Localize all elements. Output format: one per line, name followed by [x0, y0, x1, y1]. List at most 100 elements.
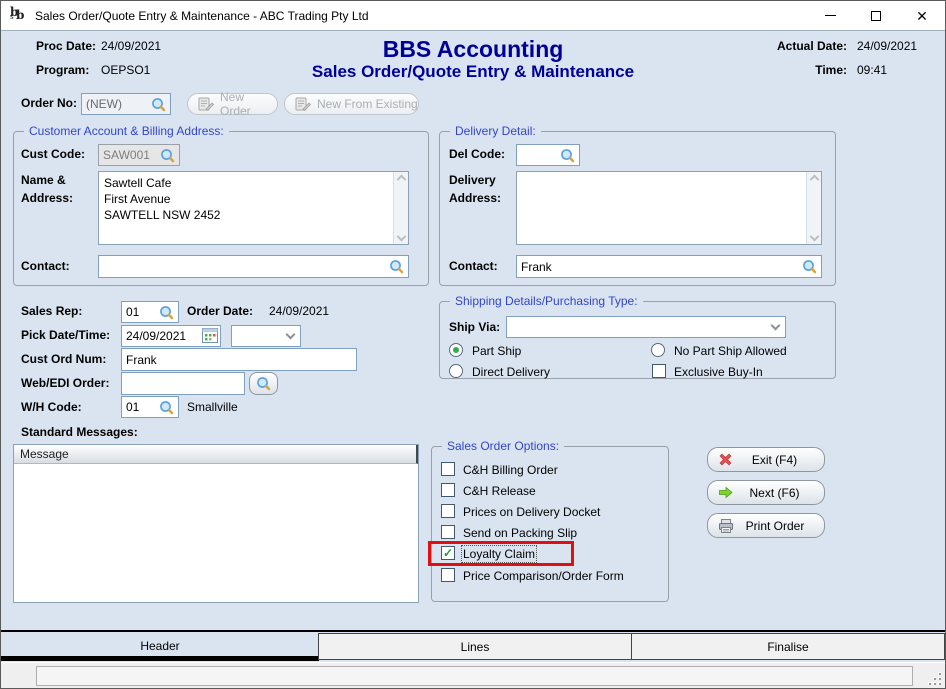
standard-messages-label: Standard Messages:	[21, 425, 138, 439]
tab-finalise-label: Finalise	[767, 640, 808, 654]
order-date-value: 24/09/2021	[269, 304, 329, 318]
pick-date-label: Pick Date/Time:	[21, 328, 110, 342]
cust-ord-num-value: Frank	[126, 353, 157, 367]
cust-code-value: SAW001	[103, 148, 150, 162]
exit-button[interactable]: Exit (F4)	[707, 447, 825, 472]
maximize-button[interactable]	[853, 1, 899, 30]
maximize-icon	[871, 11, 881, 21]
new-order-button[interactable]: New Order	[187, 93, 278, 115]
billing-address-scrollbar[interactable]	[393, 172, 408, 244]
form-content: Proc Date: 24/09/2021 Program: OEPSO1 BB…	[1, 32, 945, 689]
wh-code-value: 01	[126, 400, 139, 414]
billing-contact-field[interactable]	[98, 255, 409, 278]
cust-ord-num-field[interactable]: Frank	[121, 348, 357, 371]
sales-rep-value: 01	[126, 305, 139, 319]
option-checkbox-ch-billing[interactable]	[441, 462, 455, 476]
option-checkbox-prices-docket[interactable]	[441, 504, 455, 518]
exclusive-buyin-label: Exclusive Buy-In	[674, 365, 763, 379]
delivery-address-label-2: Address:	[449, 191, 501, 205]
del-code-label: Del Code:	[449, 147, 505, 161]
sales-rep-search-icon[interactable]	[159, 305, 174, 320]
scroll-up-icon[interactable]	[809, 175, 819, 185]
new-order-label: New Order	[220, 90, 277, 118]
annotation-highlight-loyalty-claim	[428, 541, 574, 566]
billing-address-textarea[interactable]: Sawtell Cafe First Avenue SAWTELL NSW 24…	[98, 171, 409, 245]
order-no-search-icon[interactable]	[151, 97, 166, 112]
ship-via-combobox[interactable]	[506, 316, 786, 338]
scroll-up-icon[interactable]	[396, 175, 406, 185]
tab-lines[interactable]: Lines	[318, 633, 632, 660]
scroll-down-icon[interactable]	[809, 232, 819, 242]
web-edi-label: Web/EDI Order:	[21, 376, 109, 390]
minimize-button[interactable]	[807, 1, 853, 30]
delivery-address-textarea[interactable]	[516, 171, 822, 245]
tab-strip-divider	[1, 630, 945, 632]
delivery-contact-value: Frank	[521, 260, 552, 274]
resize-grip[interactable]	[926, 670, 941, 685]
option-label-ch-release: C&H Release	[463, 484, 536, 498]
tab-finalise[interactable]: Finalise	[631, 633, 945, 660]
exit-button-label: Exit (F4)	[739, 453, 824, 467]
pick-date-field[interactable]: 24/09/2021	[121, 325, 221, 347]
no-part-ship-label: No Part Ship Allowed	[674, 344, 787, 358]
option-checkbox-price-comparison[interactable]	[441, 568, 455, 582]
web-edi-search-button[interactable]	[249, 372, 278, 395]
billing-address-text: Sawtell Cafe First Avenue SAWTELL NSW 24…	[99, 172, 393, 244]
close-button[interactable]: ✕	[899, 1, 945, 30]
close-icon: ✕	[916, 9, 928, 23]
option-checkbox-packing-slip[interactable]	[441, 525, 455, 539]
exclusive-buyin-checkbox[interactable]	[652, 364, 666, 378]
print-order-button[interactable]: Print Order	[707, 513, 825, 538]
print-order-button-label: Print Order	[740, 519, 824, 533]
part-ship-label: Part Ship	[472, 344, 521, 358]
delivery-contact-search-icon[interactable]	[802, 259, 817, 274]
minimize-icon	[825, 15, 836, 16]
cust-code-label: Cust Code:	[21, 147, 85, 161]
del-code-search-icon[interactable]	[560, 148, 575, 163]
option-label-price-comparison: Price Comparison/Order Form	[463, 569, 624, 583]
part-ship-radio[interactable]	[449, 343, 463, 357]
tab-header[interactable]: Header	[1, 639, 319, 653]
message-column-header[interactable]: Message	[14, 445, 418, 464]
new-from-existing-button[interactable]: New From Existing	[284, 93, 419, 115]
delivery-address-text	[517, 172, 806, 244]
next-button[interactable]: Next (F6)	[707, 480, 825, 505]
cust-code-search-icon[interactable]	[160, 148, 175, 163]
standard-messages-list[interactable]: Message	[13, 444, 419, 603]
option-label-ch-billing: C&H Billing Order	[463, 463, 558, 477]
shipping-group-caption: Shipping Details/Purchasing Type:	[450, 294, 643, 308]
wh-code-label: W/H Code:	[21, 400, 82, 414]
web-edi-search-icon	[256, 376, 271, 391]
delivery-contact-label: Contact:	[449, 259, 498, 273]
billing-contact-search-icon[interactable]	[389, 259, 404, 274]
calendar-icon[interactable]	[202, 328, 218, 344]
actual-date-label: Actual Date:	[777, 39, 847, 53]
sales-rep-field[interactable]: 01	[121, 301, 179, 323]
name-address-label-1: Name &	[21, 173, 66, 187]
sales-order-options-caption: Sales Order Options:	[442, 439, 564, 453]
bbs-app-icon: bsb	[10, 7, 27, 24]
delivery-address-label-1: Delivery	[449, 173, 496, 187]
order-no-field[interactable]: (NEW)	[81, 93, 171, 115]
title-bar: bsb Sales Order/Quote Entry & Maintenanc…	[1, 1, 945, 31]
direct-delivery-label: Direct Delivery	[472, 365, 550, 379]
name-address-label-2: Address:	[21, 191, 73, 205]
scroll-down-icon[interactable]	[396, 232, 406, 242]
direct-delivery-radio[interactable]	[449, 364, 463, 378]
delivery-group-caption: Delivery Detail:	[450, 124, 541, 138]
customer-group-caption: Customer Account & Billing Address:	[24, 124, 229, 138]
del-code-field[interactable]	[516, 144, 580, 166]
option-checkbox-ch-release[interactable]	[441, 483, 455, 497]
delivery-address-scrollbar[interactable]	[806, 172, 821, 244]
exit-x-icon	[718, 452, 733, 467]
pick-time-combobox[interactable]	[231, 325, 301, 347]
tab-lines-label: Lines	[461, 640, 490, 654]
chevron-down-icon	[771, 321, 781, 331]
wh-code-field[interactable]: 01	[121, 396, 179, 418]
web-edi-field[interactable]	[121, 372, 245, 395]
delivery-contact-field[interactable]: Frank	[516, 255, 822, 278]
no-part-ship-radio[interactable]	[651, 343, 665, 357]
billing-contact-label: Contact:	[21, 259, 70, 273]
wh-code-search-icon[interactable]	[159, 400, 174, 415]
cust-code-field[interactable]: SAW001	[98, 144, 180, 166]
